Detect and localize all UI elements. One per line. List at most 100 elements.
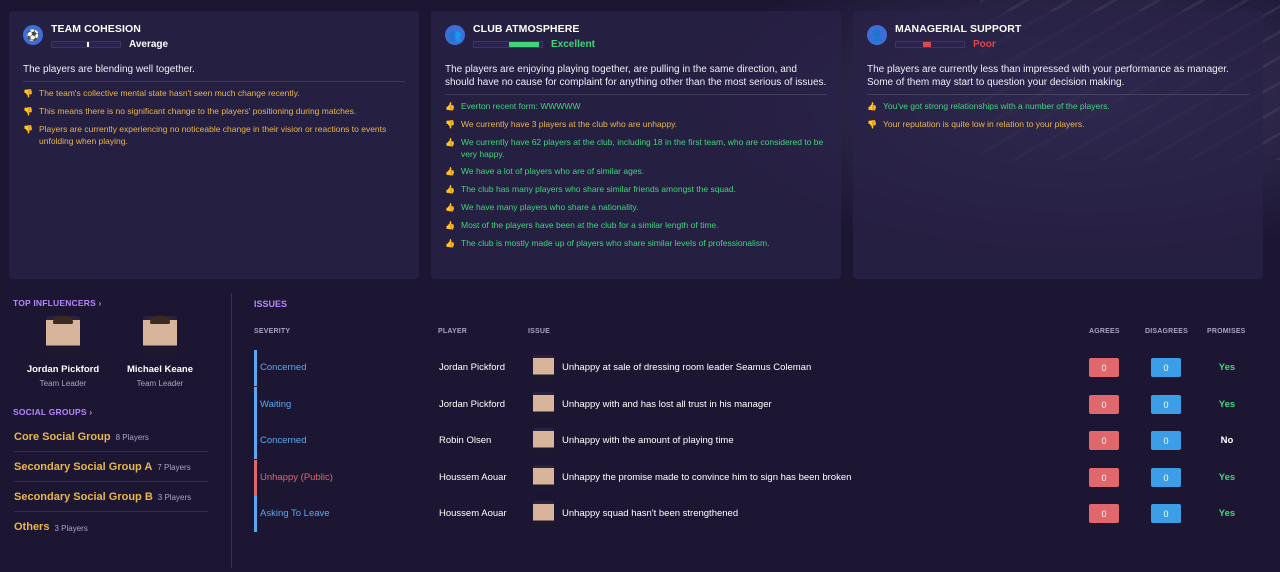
severity-label: Waiting xyxy=(260,399,292,410)
player-portrait xyxy=(533,392,554,419)
panel-summary: The players are blending well together. xyxy=(23,64,195,75)
severity-label: Concerned xyxy=(260,362,307,373)
severity-bar xyxy=(254,460,257,496)
severity-bar xyxy=(254,350,257,386)
agrees-count[interactable]: 0 xyxy=(1089,431,1119,450)
team-cohesion-panel: ⚽ TEAM COHESION Average The players are … xyxy=(9,11,419,279)
agrees-count[interactable]: 0 xyxy=(1089,395,1119,414)
fact-item: 👎 This means there is no significant chan… xyxy=(23,106,357,116)
influencer-role: Team Leader xyxy=(39,379,87,388)
player-name[interactable]: Houssem Aouar xyxy=(439,472,507,483)
group-name: Secondary Social Group A xyxy=(14,460,153,473)
social-group-item[interactable]: Others 3 Players xyxy=(14,512,208,542)
group-count: 7 Players xyxy=(157,463,191,472)
player-portrait xyxy=(533,501,554,528)
issue-row[interactable]: Asking To Leave Houssem Aouar Unhappy squa… xyxy=(254,496,1264,532)
group-count: 8 Players xyxy=(115,433,149,442)
panel-title: TEAM COHESION xyxy=(51,23,141,35)
fact-item: 👍 We currently have 62 players at the clu… xyxy=(445,137,824,159)
social-groups-link[interactable]: SOCIAL GROUPS › xyxy=(13,407,92,417)
promise-status: Yes xyxy=(1218,508,1236,519)
promise-status: Yes xyxy=(1218,362,1236,373)
meter-label: Average xyxy=(129,39,169,50)
player-name[interactable]: Jordan Pickford xyxy=(439,399,505,410)
panel-title: MANAGERIAL SUPPORT xyxy=(895,23,1022,35)
cohesion-meter xyxy=(51,41,121,48)
issue-row[interactable]: Unhappy (Public) Houssem Aouar Unhappy the… xyxy=(254,460,1264,496)
thumbs-down-icon: 👎 xyxy=(867,120,877,129)
disagrees-count[interactable]: 0 xyxy=(1151,358,1181,377)
severity-label: Asking To Leave xyxy=(260,508,330,519)
disagrees-count[interactable]: 0 xyxy=(1151,504,1181,523)
disagrees-count[interactable]: 0 xyxy=(1151,468,1181,487)
disagrees-count[interactable]: 0 xyxy=(1151,431,1181,450)
fact-item: 👍 We have a lot of players who are of sim… xyxy=(445,166,645,176)
thumbs-up-icon: 👍 xyxy=(445,102,455,111)
column-divider xyxy=(231,293,232,568)
promise-status: Yes xyxy=(1218,399,1236,410)
influencer-name: Michael Keane xyxy=(127,364,193,375)
header-player[interactable]: PLAYER xyxy=(438,328,467,335)
issue-row[interactable]: Concerned Jordan Pickford Unhappy at sale … xyxy=(254,350,1264,386)
issues-title: ISSUES xyxy=(254,299,288,309)
severity-bar xyxy=(254,496,257,532)
influencer-role: Team Leader xyxy=(136,379,184,388)
header-issue[interactable]: ISSUE xyxy=(528,328,550,335)
issue-row[interactable]: Concerned Robin Olsen Unhappy with the amo… xyxy=(254,423,1264,459)
player-portrait xyxy=(533,465,554,492)
agrees-count[interactable]: 0 xyxy=(1089,468,1119,487)
agrees-count[interactable]: 0 xyxy=(1089,504,1119,523)
influencer-card[interactable]: Michael Keane Team Leader xyxy=(120,316,200,388)
disagrees-count[interactable]: 0 xyxy=(1151,395,1181,414)
header-agrees[interactable]: AGREES xyxy=(1089,328,1120,335)
group-name: Secondary Social Group B xyxy=(14,490,153,503)
thumbs-down-icon: 👎 xyxy=(23,89,33,98)
manager-icon: 👤 xyxy=(867,25,887,45)
meter-label: Excellent xyxy=(551,39,595,50)
promise-status: Yes xyxy=(1218,472,1236,483)
group-count: 3 Players xyxy=(54,523,88,533)
issue-description: Unhappy squad hasn't been strengthened xyxy=(562,508,739,519)
thumbs-up-icon: 👍 xyxy=(445,167,455,176)
issue-description: Unhappy with the amount of playing time xyxy=(562,435,734,446)
header-promises[interactable]: PROMISES xyxy=(1207,328,1246,335)
panel-title: CLUB ATMOSPHERE xyxy=(473,23,580,35)
fact-item: 👍 We have many players who share a nation… xyxy=(445,202,639,212)
player-name[interactable]: Jordan Pickford xyxy=(439,362,505,373)
atmosphere-meter xyxy=(473,41,543,48)
player-portrait xyxy=(46,316,80,358)
group-name: Others xyxy=(14,521,50,533)
header-severity[interactable]: SEVERITY xyxy=(254,328,290,335)
thumbs-down-icon: 👎 xyxy=(23,125,33,134)
issue-row[interactable]: Waiting Jordan Pickford Unhappy with and h… xyxy=(254,387,1264,423)
severity-bar xyxy=(254,423,257,459)
managerial-support-panel: 👤 MANAGERIAL SUPPORT Poor The players ar… xyxy=(853,11,1263,279)
player-name[interactable]: Houssem Aouar xyxy=(439,508,507,519)
thumbs-down-icon: 👎 xyxy=(23,107,33,116)
panel-summary: The players are enjoying playing togethe… xyxy=(445,64,827,88)
thumbs-up-icon: 👍 xyxy=(445,221,455,230)
fact-item: 👍 Most of the players have been at the cl… xyxy=(445,220,719,230)
group-count: 3 Players xyxy=(157,493,192,502)
header-disagrees[interactable]: DISAGREES xyxy=(1145,328,1188,335)
group-name: Core Social Group xyxy=(14,430,111,443)
social-group-item[interactable]: Core Social Group 8 Players xyxy=(14,422,208,452)
social-group-item[interactable]: Secondary Social Group B 3 Players xyxy=(14,482,208,512)
fact-item: 👎 Players are currently experiencing no n… xyxy=(23,124,387,146)
fact-item: 👍 The club has many players who share sim… xyxy=(445,184,736,194)
player-portrait xyxy=(143,316,177,358)
top-influencers-link[interactable]: TOP INFLUENCERS › xyxy=(13,298,102,308)
issue-description: Unhappy at sale of dressing room leader … xyxy=(562,362,812,373)
severity-label: Concerned xyxy=(260,435,307,446)
agrees-count[interactable]: 0 xyxy=(1089,358,1119,377)
issue-description: Unhappy the promise made to convince him… xyxy=(562,472,852,483)
football-icon: ⚽ xyxy=(23,25,43,45)
fact-item: 👎 We currently have 3 players at the club… xyxy=(445,119,678,129)
thumbs-up-icon: 👍 xyxy=(445,239,455,248)
influencer-card[interactable]: Jordan Pickford Team Leader xyxy=(23,316,103,388)
support-meter xyxy=(895,41,965,48)
player-name[interactable]: Robin Olsen xyxy=(439,435,491,446)
severity-bar xyxy=(254,387,257,423)
meter-label: Poor xyxy=(973,39,996,50)
social-group-item[interactable]: Secondary Social Group A 7 Players xyxy=(14,452,208,482)
